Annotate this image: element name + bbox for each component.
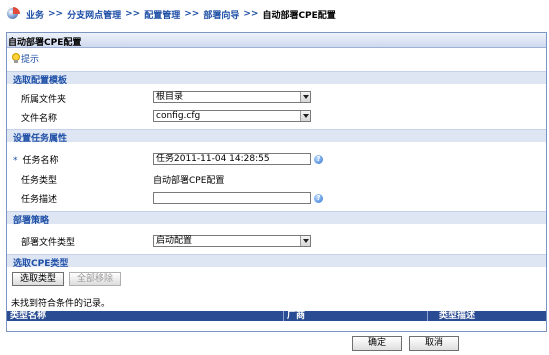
select-type-button[interactable]: 选取类型	[12, 272, 64, 286]
lightbulb-icon	[12, 52, 20, 64]
file-name-select-value: config.cfg	[156, 111, 201, 121]
task-desc-label: 任务描述	[21, 195, 58, 205]
breadcrumb-link-business[interactable]: 业务	[26, 8, 44, 21]
file-name-select[interactable]: config.cfg	[153, 110, 311, 122]
no-match-message: 未找到符合条件的记录。	[11, 299, 111, 309]
task-desc-input[interactable]	[153, 192, 311, 204]
deploy-file-type-select[interactable]: 启动配置	[153, 235, 311, 247]
file-name-label: 文件名称	[21, 114, 58, 124]
breadcrumb: 业务 >> 分支网点管理 >> 配置管理 >> 部署向导 >> 自动部署CPE配…	[0, 0, 549, 28]
folder-select[interactable]: 根目录	[153, 91, 311, 103]
chevron-down-icon	[300, 92, 310, 102]
column-header-vendor[interactable]: 厂商	[287, 311, 305, 321]
required-marker: *	[13, 156, 18, 166]
remove-all-button: 全部移除	[69, 272, 121, 286]
task-name-label-text: 任务名称	[22, 156, 59, 166]
section-template: 选取配置模板	[7, 71, 546, 86]
breadcrumb-link-branch-management[interactable]: 分支网点管理	[67, 8, 121, 21]
breadcrumb-separator: >>	[125, 9, 141, 19]
column-divider	[427, 311, 428, 321]
hint-link[interactable]: 提示	[12, 52, 40, 65]
app-logo-icon	[6, 7, 20, 21]
column-header-type-desc[interactable]: 类型描述	[439, 311, 475, 321]
cancel-button[interactable]: 取消	[409, 336, 459, 351]
task-type-label: 任务类型	[21, 176, 58, 186]
panel-title: 自动部署CPE配置	[7, 33, 546, 48]
section-task-attributes: 设置任务属性	[7, 129, 546, 144]
deploy-file-type-value: 启动配置	[156, 236, 193, 246]
breadcrumb-separator: >>	[184, 9, 200, 19]
section-cpe-type: 选取CPE类型	[7, 254, 546, 269]
help-icon[interactable]: ?	[314, 155, 323, 164]
ok-button[interactable]: 确定	[352, 336, 402, 351]
folder-label: 所属文件夹	[21, 95, 67, 105]
task-name-label: * 任务名称	[13, 153, 59, 166]
folder-select-value: 根目录	[156, 92, 184, 102]
breadcrumb-current: 自动部署CPE配置	[262, 10, 336, 21]
column-divider	[283, 311, 284, 321]
hint-label: 提示	[21, 54, 40, 65]
help-icon[interactable]: ?	[314, 194, 323, 203]
cpe-table-header: 类型名称 厂商 类型描述	[7, 311, 546, 321]
breadcrumb-separator: >>	[243, 9, 259, 19]
task-type-value: 自动部署CPE配置	[153, 176, 225, 186]
column-header-type-name[interactable]: 类型名称	[10, 311, 46, 321]
breadcrumb-separator: >>	[48, 9, 64, 19]
chevron-down-icon	[300, 111, 310, 121]
chevron-down-icon	[300, 236, 310, 246]
breadcrumb-link-config-management[interactable]: 配置管理	[144, 8, 180, 21]
config-panel: 自动部署CPE配置 提示 选取配置模板 所属文件夹 根目录 文件名称 confi…	[6, 32, 547, 332]
deploy-file-type-label: 部署文件类型	[21, 238, 76, 248]
breadcrumb-link-deploy-wizard[interactable]: 部署向导	[203, 8, 239, 21]
section-deploy-strategy: 部署策略	[7, 211, 546, 226]
task-name-input[interactable]: 任务2011-11-04 14:28:55	[153, 153, 311, 165]
